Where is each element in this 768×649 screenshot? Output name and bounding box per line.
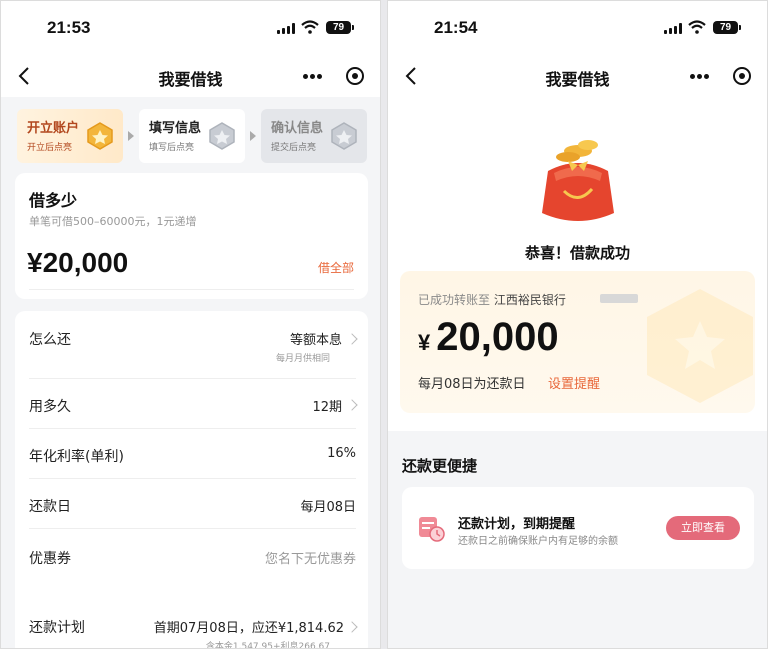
repay-day-row: 还款日 每月08日: [29, 479, 356, 529]
row-value: 12期: [312, 400, 342, 415]
loan-terms-list: 怎么还 等额本息 每月月供相同 用多久 12期 年化利率(单利) 16% 还款日…: [15, 311, 368, 649]
nav-bar: 我要借钱: [1, 55, 380, 97]
nav-bar: 我要借钱: [388, 55, 767, 97]
row-label: 还款日: [29, 499, 71, 515]
row-value: 您名下无优惠券: [264, 552, 356, 567]
amount-value: 20,000: [436, 315, 559, 359]
row-value: 每月08日: [300, 500, 356, 515]
status-bar: 21:54 79: [388, 1, 767, 55]
more-icon[interactable]: [690, 74, 710, 79]
loan-amount-card: 借多少 单笔可借500–60000元，1元递增 ¥20,000 借全部: [15, 173, 368, 299]
status-time: 21:54: [434, 18, 478, 37]
row-label: 优惠券: [29, 551, 71, 567]
divider: [29, 289, 354, 290]
calendar-clock-icon: [419, 517, 445, 542]
view-now-button[interactable]: 立即查看: [666, 516, 740, 540]
amount-hint: 单笔可借500–60000元，1元递增: [29, 215, 197, 228]
mini-program-capsule: [289, 61, 373, 91]
loan-form-screen: 21:53 79 我要借钱 开立账户 开立后点亮 填写信息 填写后点亮 确认信息…: [0, 0, 381, 649]
row-sub: 每月月供相同: [275, 354, 330, 364]
cellular-signal-icon: [664, 23, 682, 34]
repay-method-row[interactable]: 怎么还 等额本息 每月月供相同: [29, 311, 358, 379]
row-label: 用多久: [29, 399, 71, 415]
row-label: 怎么还: [29, 332, 71, 348]
plan-title: 还款计划，到期提醒: [458, 517, 576, 532]
repay-plan-card: 还款计划，到期提醒 还款日之前确保账户内有足够的余额 立即查看: [402, 487, 754, 569]
coupon-row[interactable]: 优惠券 您名下无优惠券: [29, 529, 356, 599]
row-value: 16%: [327, 446, 356, 461]
row-label: 还款计划: [29, 620, 85, 636]
star-hexagon-watermark-icon: [647, 289, 753, 403]
term-row[interactable]: 用多久 12期: [29, 379, 358, 429]
transfer-prefix: 已成功转账至: [418, 293, 491, 307]
set-reminder-link[interactable]: 设置提醒: [548, 373, 600, 392]
repay-day-text: 每月08日为还款日: [418, 377, 526, 392]
step-arrow-icon: [128, 131, 134, 141]
battery-icon: 79: [713, 21, 741, 34]
step-confirm-info: 确认信息 提交后点亮: [261, 109, 367, 163]
section-title: 还款更便捷: [402, 457, 478, 475]
close-miniprogram-icon[interactable]: [733, 67, 751, 85]
battery-icon: 79: [326, 21, 354, 34]
mini-program-capsule: [676, 61, 760, 91]
gray-hexagon-badge-icon: [209, 122, 235, 150]
success-title: 恭喜！借款成功: [524, 244, 630, 262]
wifi-icon: [688, 20, 706, 34]
transfer-info: 已成功转账至 江西裕民银行: [418, 291, 566, 308]
row-value: 首期07月08日，应还¥1,814.62: [153, 621, 344, 636]
amount-input[interactable]: ¥20,000: [27, 247, 128, 279]
money-bag-icon: [542, 140, 614, 221]
close-miniprogram-icon[interactable]: [346, 67, 364, 85]
bank-name: 江西裕民银行: [493, 293, 566, 307]
interest-rate-row: 年化利率(单利) 16%: [29, 429, 356, 479]
row-label: 年化利率(单利): [29, 449, 124, 465]
borrow-all-link[interactable]: 借全部: [318, 259, 354, 276]
step-fill-info: 填写信息 填写后点亮: [139, 109, 245, 163]
loan-success-screen: 21:54 79 我要借钱 恭喜！借款成功 已成功转账至 江西裕民银行 ¥20,…: [387, 0, 768, 649]
row-sub: 含本金1,547.95+利息266.67: [205, 642, 330, 649]
gold-hexagon-badge-icon: [87, 122, 113, 150]
progress-steps: 开立账户 开立后点亮 填写信息 填写后点亮 确认信息 提交后点亮: [17, 109, 367, 163]
row-value: 等额本息: [289, 333, 342, 348]
gray-hexagon-badge-icon: [331, 122, 357, 150]
plan-sub: 还款日之前确保账户内有足够的余额: [458, 536, 618, 547]
transfer-result-card: 已成功转账至 江西裕民银行 ¥20,000 每月08日为还款日 设置提醒: [400, 271, 755, 413]
loan-amount: ¥20,000: [418, 315, 559, 360]
status-bar: 21:53 79: [1, 1, 380, 55]
masked-account-number: [600, 294, 638, 303]
currency-symbol: ¥: [418, 330, 431, 355]
wifi-icon: [301, 20, 319, 34]
step-open-account: 开立账户 开立后点亮: [17, 109, 123, 163]
amount-title: 借多少: [29, 191, 78, 210]
cellular-signal-icon: [277, 23, 295, 34]
step-arrow-icon: [250, 131, 256, 141]
chevron-right-icon: [346, 621, 358, 633]
repay-plan-row[interactable]: 还款计划 首期07月08日，应还¥1,814.62 含本金1,547.95+利息…: [29, 601, 358, 649]
chevron-right-icon: [346, 399, 358, 411]
status-time: 21:53: [47, 18, 91, 37]
more-icon[interactable]: [303, 74, 323, 79]
chevron-right-icon: [346, 333, 358, 345]
